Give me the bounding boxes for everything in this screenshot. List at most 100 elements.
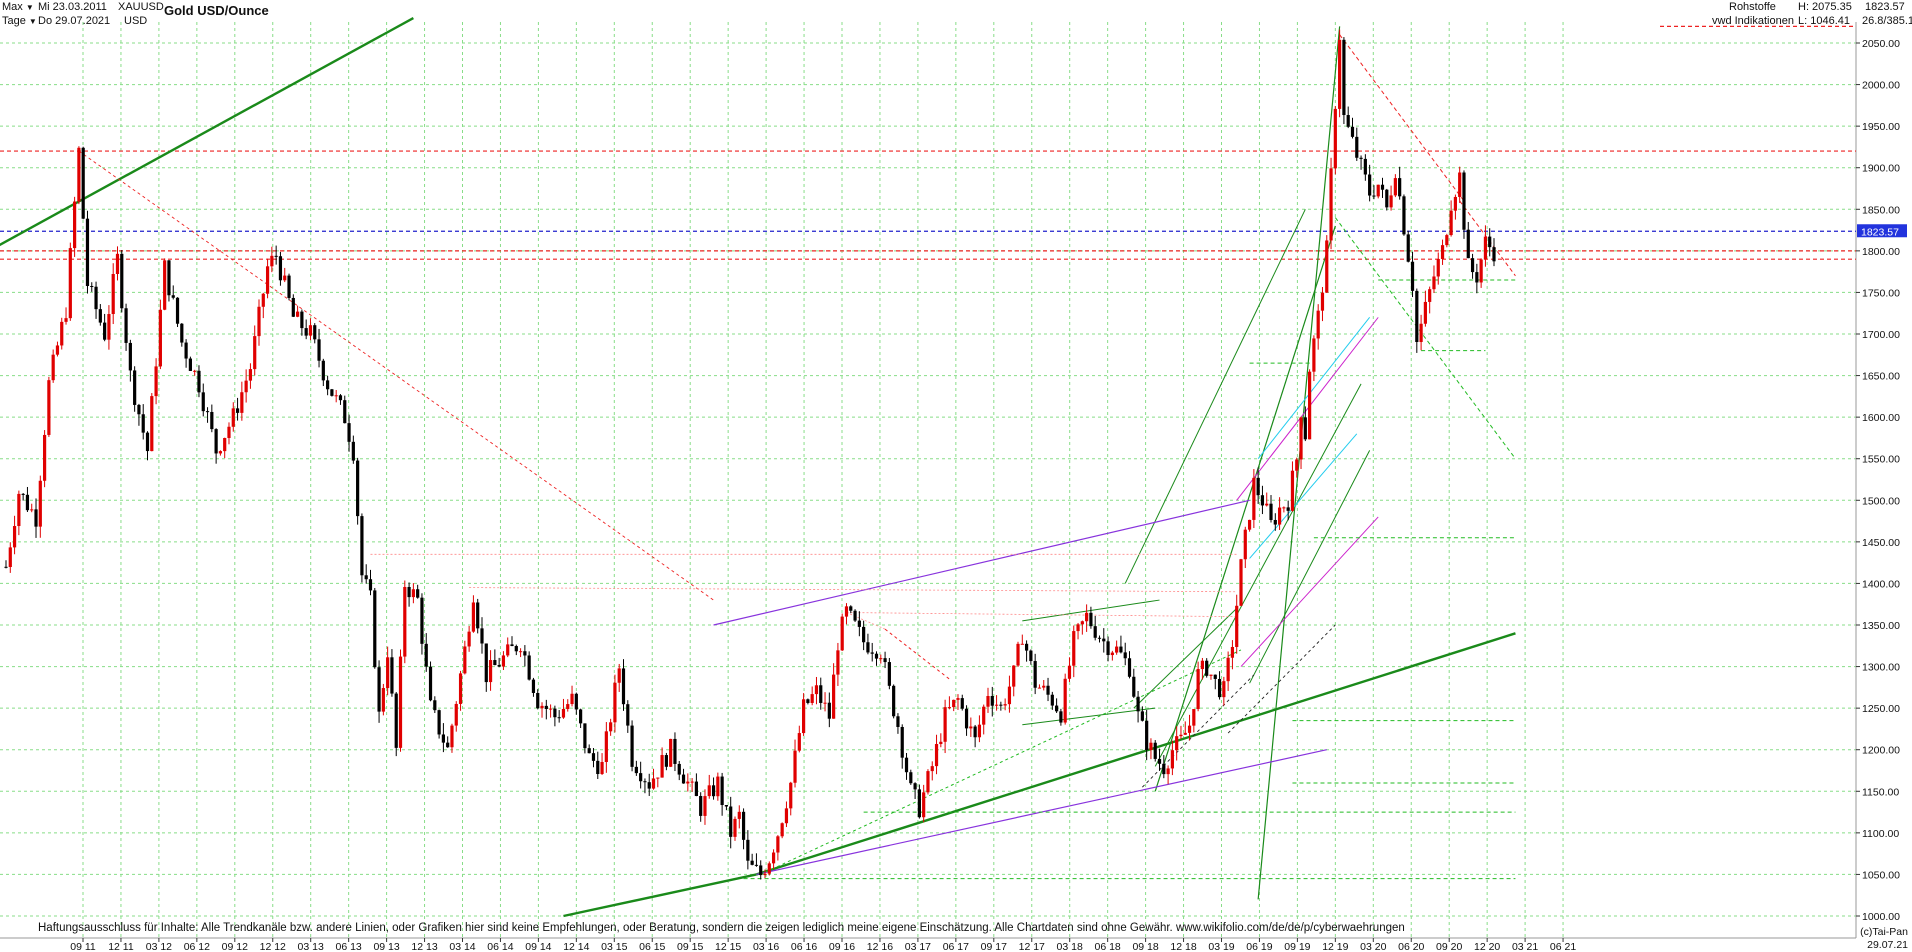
candle-body	[913, 783, 917, 790]
candle-body	[175, 297, 180, 324]
candle-body	[368, 579, 373, 591]
candle-body	[540, 705, 544, 709]
candle-body	[964, 708, 969, 729]
candle-body	[660, 755, 664, 778]
candle-body	[437, 710, 441, 735]
candle-body	[1127, 658, 1132, 677]
candle-body	[746, 839, 750, 861]
candle-body	[729, 806, 733, 837]
candle-body	[570, 693, 574, 705]
x-tick-label: 06 20	[1398, 941, 1424, 952]
candle-body	[1295, 459, 1299, 471]
candle-body	[210, 411, 214, 430]
candle-body	[1093, 626, 1097, 638]
x-tick-label: 03 18	[1057, 941, 1083, 952]
candle-body	[716, 776, 720, 797]
candle-body	[973, 726, 977, 738]
candle-body	[656, 777, 660, 779]
candle-body	[857, 620, 861, 627]
candle-body	[85, 218, 90, 287]
candle-body	[643, 781, 647, 783]
candle-body	[141, 414, 145, 433]
candle-body	[64, 318, 68, 322]
date-to: Do 29.07.2021	[38, 15, 111, 27]
candle-body	[17, 493, 21, 527]
x-tick-label: 12 15	[715, 941, 741, 952]
candle-body	[124, 308, 128, 343]
candle-body	[1020, 643, 1024, 645]
candle-body	[548, 708, 553, 710]
y-tick-label: 1600.00	[1862, 412, 1900, 424]
candle-body	[776, 836, 780, 853]
candle-body	[1209, 674, 1213, 676]
candle-body	[1372, 195, 1376, 197]
candle-body	[1192, 709, 1196, 726]
candle-body	[145, 432, 150, 452]
y-tick-label: 2000.00	[1862, 80, 1900, 92]
candle-body	[917, 789, 921, 818]
candle-body	[360, 516, 364, 576]
candle-body	[862, 626, 866, 643]
candle-body	[1398, 178, 1402, 197]
candle-body	[1097, 637, 1102, 639]
interval-selector[interactable]: Tage ▼	[2, 15, 37, 27]
candle-body	[750, 860, 754, 865]
candle-body	[248, 369, 253, 381]
candle-body	[1222, 681, 1226, 698]
candle-body	[420, 597, 424, 644]
candle-body	[321, 360, 325, 381]
candle-body	[1089, 612, 1093, 627]
candle-body	[1368, 174, 1372, 196]
candle-body	[1316, 310, 1320, 339]
y-tick-label: 1850.00	[1862, 204, 1900, 216]
candle-body	[334, 395, 338, 397]
candle-body	[428, 666, 433, 701]
range-selector[interactable]: Max ▼	[2, 1, 34, 13]
candle-body	[398, 656, 403, 748]
gold-price-chart: 1000.00 1050.00 1100.00 1150.00 1200.00 1250.…	[0, 17, 1907, 952]
candle-body	[201, 392, 205, 412]
candle-body	[969, 726, 973, 729]
candle-body	[257, 306, 261, 337]
x-tick-label: 12 12	[260, 941, 286, 952]
candle-body	[604, 731, 608, 763]
candle-body	[364, 575, 368, 580]
y-tick-label: 1300.00	[1862, 662, 1900, 674]
candle-body	[1243, 529, 1247, 560]
candle-body	[1024, 643, 1029, 651]
candle-body	[797, 733, 801, 751]
candle-body	[630, 725, 634, 767]
candle-body	[724, 805, 729, 807]
candle-body	[639, 773, 643, 782]
candle-body	[60, 321, 64, 346]
candle-body	[780, 823, 784, 837]
y-tick-label: 1900.00	[1862, 163, 1900, 175]
y-tick-label: 1950.00	[1862, 121, 1900, 133]
x-tick-label: 03 19	[1208, 941, 1234, 952]
candle-body	[356, 460, 360, 517]
candle-body	[1325, 240, 1329, 293]
candle-body	[158, 309, 162, 367]
candle-body	[583, 723, 587, 749]
candle-body	[1436, 258, 1440, 277]
candle-body	[943, 707, 947, 742]
candle-body	[308, 325, 313, 336]
candle-body	[205, 411, 210, 413]
candle-body	[806, 699, 810, 703]
candle-body	[1333, 108, 1337, 169]
candle-body	[694, 781, 698, 797]
candle-body	[133, 370, 137, 405]
candle-body	[1303, 417, 1307, 440]
candle-body	[1072, 631, 1076, 666]
x-tick-label: 12 11	[108, 941, 134, 952]
candle-body	[1488, 236, 1492, 248]
candle-body	[1260, 495, 1265, 506]
candle-body	[1265, 503, 1269, 506]
x-tick-label: 09 18	[1132, 941, 1158, 952]
candle-body	[836, 650, 840, 675]
candle-body	[424, 643, 428, 667]
candle-body	[793, 750, 797, 783]
x-tick-label: 06 15	[639, 941, 665, 952]
candle-body	[1252, 477, 1256, 520]
candle-body	[789, 782, 793, 809]
